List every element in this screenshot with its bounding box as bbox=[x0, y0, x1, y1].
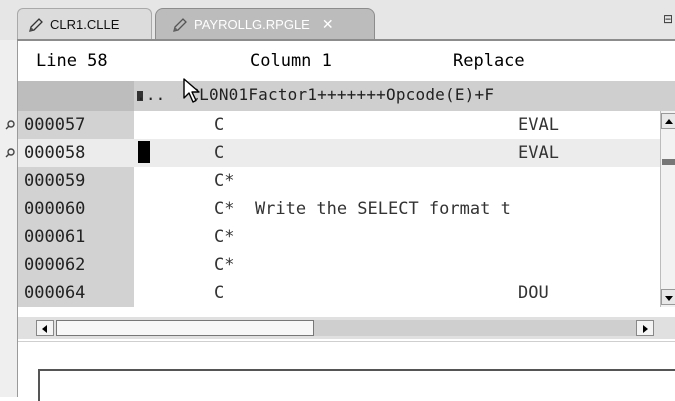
lower-panel[interactable] bbox=[38, 369, 675, 401]
spec-type: C* bbox=[214, 255, 235, 275]
divider bbox=[18, 341, 675, 342]
pencil-icon bbox=[29, 17, 43, 32]
arrow-up-icon bbox=[665, 119, 673, 124]
opcode: EVAL bbox=[518, 115, 559, 135]
comment-text: C* Write the SELECT format t bbox=[214, 199, 511, 219]
source-line-58[interactable]: 000058 C EVAL bbox=[5, 139, 660, 167]
scroll-left-button[interactable] bbox=[36, 320, 54, 336]
source-line-61[interactable]: 000061 C* bbox=[18, 223, 660, 251]
spec-type: C* bbox=[214, 227, 235, 247]
key-icon bbox=[5, 120, 15, 130]
scroll-down-button[interactable] bbox=[661, 289, 675, 305]
insert-mode-indicator: Replace bbox=[453, 51, 525, 71]
tab-label: CLR1.CLLE bbox=[50, 17, 120, 32]
line-indicator: Line 58 bbox=[36, 51, 108, 71]
key-icon bbox=[5, 148, 15, 158]
line-number: 000064 bbox=[24, 283, 86, 303]
line-number: 000058 bbox=[24, 143, 86, 163]
spec-type: C bbox=[214, 143, 225, 163]
opcode: EVAL bbox=[518, 143, 559, 163]
horizontal-scroll-track[interactable] bbox=[314, 320, 636, 336]
spec-type: C bbox=[214, 115, 225, 135]
pencil-icon bbox=[173, 17, 187, 32]
source-line-57[interactable]: 000057 C EVAL bbox=[5, 111, 660, 139]
line-number: 000060 bbox=[24, 199, 86, 219]
ruler-columns: CL0N01Factor1+++++++Opcode(E)+F bbox=[189, 85, 495, 104]
spec-type: C bbox=[214, 283, 225, 303]
tab-payrollg-rpgle[interactable]: PAYROLLG.RPGLE ✕ bbox=[155, 8, 375, 40]
arrow-right-icon bbox=[643, 325, 648, 333]
ruler-gutter bbox=[18, 81, 134, 111]
editor-window: CLR1.CLLE PAYROLLG.RPGLE ✕ ⊟ Line 58 Col… bbox=[0, 0, 675, 401]
column-indicator: Column 1 bbox=[250, 51, 332, 71]
source-line-62[interactable]: 000062 C* bbox=[18, 251, 660, 279]
arrow-left-icon bbox=[42, 325, 47, 333]
vertical-scrollbar[interactable] bbox=[660, 111, 675, 307]
horizontal-scroll-thumb[interactable] bbox=[56, 320, 314, 336]
scroll-up-button[interactable] bbox=[661, 113, 675, 129]
text-cursor bbox=[138, 141, 150, 163]
opcode: DOU bbox=[518, 283, 549, 303]
format-line: ... CL0N01Factor1+++++++Opcode(E)+F bbox=[18, 81, 675, 111]
spec-type: C* bbox=[214, 171, 235, 191]
lpex-editor[interactable]: Line 58 Column 1 Replace ... CL0N01Facto… bbox=[5, 41, 675, 401]
mouse-pointer-icon bbox=[183, 78, 200, 103]
line-number: 000061 bbox=[24, 227, 86, 247]
restore-window-icon[interactable]: ⊟ bbox=[663, 12, 673, 26]
vertical-scroll-thumb[interactable] bbox=[662, 159, 675, 165]
horizontal-scrollbar[interactable] bbox=[18, 317, 675, 339]
tab-label: PAYROLLG.RPGLE bbox=[194, 17, 310, 32]
source-line-64[interactable]: 000064 C DOU bbox=[18, 279, 660, 307]
close-icon[interactable]: ✕ bbox=[322, 17, 334, 33]
line-number: 000062 bbox=[24, 255, 86, 275]
line-number: 000057 bbox=[24, 115, 86, 135]
tab-bar: CLR1.CLLE PAYROLLG.RPGLE ✕ ⊟ bbox=[0, 0, 675, 41]
source-line-60[interactable]: 000060 C* Write the SELECT format t bbox=[18, 195, 660, 223]
line-number: 000059 bbox=[24, 171, 86, 191]
ruler-prefix: ... bbox=[136, 85, 166, 104]
editor-status-line: Line 58 Column 1 Replace bbox=[18, 51, 675, 77]
scroll-right-button[interactable] bbox=[636, 320, 654, 336]
tab-clr1-clle[interactable]: CLR1.CLLE bbox=[17, 8, 152, 40]
source-line-59[interactable]: 000059 C* bbox=[18, 167, 660, 195]
arrow-down-icon bbox=[665, 296, 673, 301]
